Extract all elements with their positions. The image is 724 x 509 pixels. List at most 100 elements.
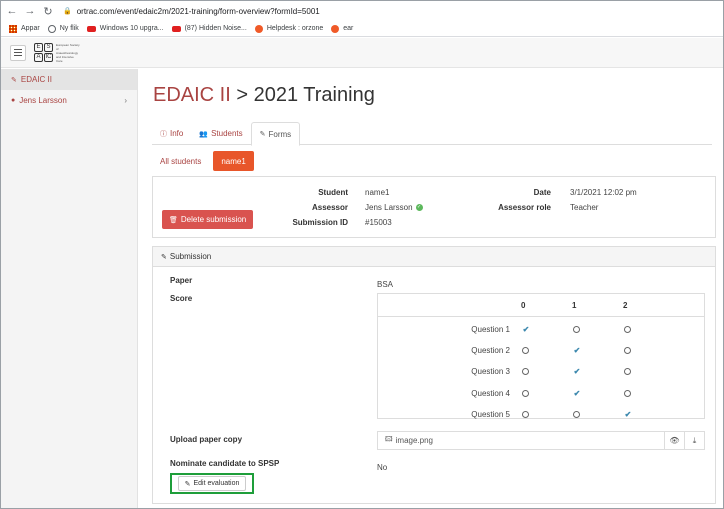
student-filter: All students name1 bbox=[152, 151, 258, 171]
pill-all-students[interactable]: All students bbox=[152, 151, 209, 171]
sidebar-item-label: EDAIC II bbox=[20, 75, 52, 84]
page-title-text: 2021 Training bbox=[253, 84, 375, 106]
tab-forms[interactable]: ✎ Forms bbox=[250, 122, 301, 146]
apps-grid-icon bbox=[9, 24, 17, 33]
question-label: Question 1 bbox=[471, 325, 510, 334]
trash-icon: 🗑 bbox=[169, 216, 178, 224]
orzone-icon bbox=[254, 24, 263, 33]
bookmark-label: ear bbox=[343, 25, 354, 32]
score-label: Score bbox=[170, 294, 193, 303]
bookmark-label: Ny flik bbox=[59, 25, 79, 32]
radio-option bbox=[522, 347, 529, 355]
radio-option bbox=[573, 410, 580, 418]
forward-arrow-icon[interactable]: → bbox=[23, 5, 37, 17]
url-text: ortrac.com/event/edaic2m/2021-training/f… bbox=[76, 6, 320, 16]
radio-option bbox=[624, 368, 631, 376]
orzone-icon bbox=[331, 24, 340, 33]
breadcrumb-separator: > bbox=[236, 84, 249, 106]
checkmark-icon: ✔ bbox=[573, 367, 581, 377]
reload-icon[interactable]: ↻ bbox=[41, 5, 55, 18]
button-label: Edit evaluation bbox=[193, 480, 240, 487]
chevron-right-icon: › bbox=[124, 96, 127, 105]
paper-value: BSA bbox=[377, 280, 394, 289]
bookmark-item[interactable]: Windows 10 upgra... bbox=[86, 25, 164, 32]
menu-icon[interactable] bbox=[10, 44, 26, 61]
date-value: 3/1/2021 12:02 pm bbox=[570, 188, 637, 197]
main-content: EDAIC II > 2021 Training ⓘ Info 👥 Studen… bbox=[138, 69, 723, 508]
sidebar-item-user[interactable]: ● Jens Larsson › bbox=[1, 90, 137, 111]
bookmark-item[interactable]: Helpdesk : orzone bbox=[254, 24, 324, 33]
assessor-value: Jens Larsson ✓ bbox=[365, 203, 423, 212]
assessor-role-value: Teacher bbox=[570, 203, 599, 212]
app-header: E S A IC European Society of Anaesthesio… bbox=[1, 38, 723, 68]
checkmark-icon: ✔ bbox=[522, 325, 530, 334]
bookmark-item[interactable]: Ny flik bbox=[47, 24, 79, 33]
sidebar: ✎ EDAIC II ● Jens Larsson › bbox=[1, 69, 138, 508]
score-column-header: 0 bbox=[521, 301, 526, 310]
logo-letter: A bbox=[34, 53, 43, 62]
globe-icon bbox=[47, 24, 56, 33]
download-icon[interactable]: ⤓ bbox=[684, 432, 704, 449]
sidebar-item-label: Jens Larsson bbox=[19, 96, 67, 105]
info-icon: ⓘ bbox=[160, 130, 167, 138]
bookmark-item[interactable]: (87) Hidden Noise... bbox=[171, 25, 247, 32]
assessor-role-label: Assessor role bbox=[498, 203, 551, 212]
upload-file-name[interactable]: image.png bbox=[396, 436, 433, 445]
delete-submission-button[interactable]: 🗑 Delete submission bbox=[162, 210, 254, 229]
checkmark-icon: ✔ bbox=[624, 409, 632, 419]
score-table: 0 1 2 Question 1 ✔ Question 2 ✔ Question 3 ✔ Q… bbox=[377, 293, 705, 419]
bookmarks-bar: Appar Ny flik Windows 10 upgra... (87) H… bbox=[1, 21, 723, 37]
users-icon: 👥 bbox=[199, 130, 209, 138]
sidebar-item-edaic[interactable]: ✎ EDAIC II bbox=[1, 69, 137, 90]
radio-option bbox=[522, 368, 529, 376]
assessor-label: Assessor bbox=[311, 203, 348, 212]
edit-icon: ✎ bbox=[11, 76, 17, 84]
address-bar: ← → ↻ 🔒 ortrac.com/event/edaic2m/2021-tr… bbox=[1, 1, 723, 21]
question-label: Question 4 bbox=[471, 388, 510, 398]
button-label: Delete submission bbox=[180, 215, 247, 224]
radio-option bbox=[624, 389, 631, 397]
breadcrumb-link[interactable]: EDAIC II bbox=[153, 84, 231, 106]
student-label: Student bbox=[318, 188, 348, 197]
student-value: name1 bbox=[365, 188, 390, 197]
bookmark-label: Appar bbox=[21, 25, 40, 32]
user-icon: ● bbox=[11, 97, 16, 104]
view-eye-icon[interactable]: 👁 bbox=[664, 432, 684, 449]
logo-letter: S bbox=[44, 43, 53, 52]
logo-letter: IC bbox=[44, 53, 53, 62]
youtube-icon bbox=[86, 25, 96, 32]
lock-icon: 🔒 bbox=[63, 8, 72, 15]
radio-option bbox=[624, 326, 631, 333]
submission-panel: ✎ Submission Paper BSA Score 0 1 2 Quest… bbox=[152, 246, 716, 504]
radio-option bbox=[624, 347, 631, 355]
edit-evaluation-button[interactable]: ✎ Edit evaluation bbox=[177, 476, 247, 491]
submission-info-panel: 🗑 Delete submission Student name1 Assess… bbox=[152, 176, 716, 238]
image-file-icon: 🖾 bbox=[385, 436, 393, 443]
score-column-header: 2 bbox=[623, 301, 628, 310]
url-field[interactable]: 🔒 ortrac.com/event/edaic2m/2021-training… bbox=[63, 7, 320, 16]
bookmark-label: Helpdesk : orzone bbox=[266, 25, 324, 32]
score-header-divider bbox=[378, 316, 704, 317]
bookmark-label: (87) Hidden Noise... bbox=[184, 25, 247, 32]
pencil-icon: ✎ bbox=[184, 480, 191, 488]
checkmark-icon: ✔ bbox=[573, 388, 581, 398]
browser-window: ← → ↻ 🔒 ortrac.com/event/edaic2m/2021-tr… bbox=[0, 0, 724, 509]
verified-check-icon: ✓ bbox=[415, 204, 423, 212]
back-arrow-icon[interactable]: ← bbox=[5, 5, 19, 17]
radio-option bbox=[522, 410, 529, 418]
upload-file-field: 🖾 image.png 👁 ⤓ bbox=[377, 431, 705, 450]
youtube-icon bbox=[171, 25, 181, 32]
edit-icon: ✎ bbox=[161, 253, 167, 261]
tab-students[interactable]: 👥 Students bbox=[191, 122, 250, 145]
bookmark-item[interactable]: ear bbox=[331, 24, 354, 33]
tab-label: Students bbox=[211, 129, 243, 138]
bookmark-item[interactable]: Appar bbox=[9, 24, 40, 33]
tab-info[interactable]: ⓘ Info bbox=[152, 122, 191, 145]
logo-letter: E bbox=[34, 43, 43, 52]
nominate-label: Nominate candidate to SPSP bbox=[170, 459, 280, 468]
question-label: Question 3 bbox=[471, 367, 510, 377]
upload-paper-label: Upload paper copy bbox=[170, 435, 243, 444]
paper-label: Paper bbox=[170, 276, 193, 285]
panel-title: Submission bbox=[169, 252, 212, 261]
pill-name1[interactable]: name1 bbox=[213, 151, 254, 171]
